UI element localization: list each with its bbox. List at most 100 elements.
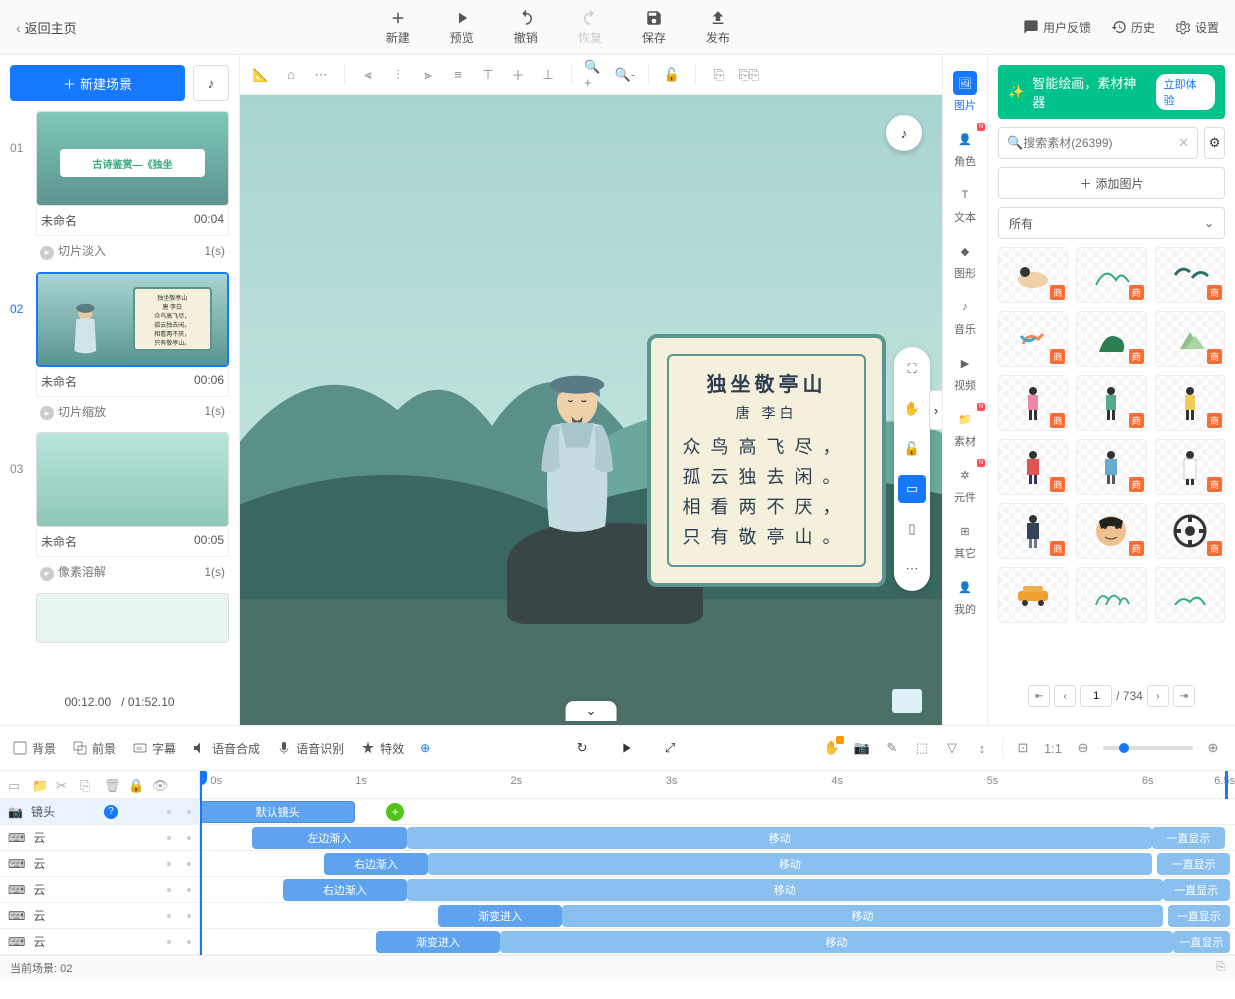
align-bottom-icon[interactable]: ⊥ <box>537 64 559 86</box>
category-select[interactable]: 所有⌄ <box>998 207 1225 239</box>
settings-button[interactable]: 设置 <box>1175 19 1219 36</box>
tab-component[interactable]: ✲元件N <box>943 457 987 511</box>
asset-item[interactable]: 商 <box>998 503 1068 559</box>
scene-item-3[interactable]: 03 未命名00:05 ▸像素溶解1(s) <box>10 432 229 587</box>
asset-item[interactable] <box>998 567 1068 623</box>
zoom-out-tl-icon[interactable]: ⊖ <box>1073 738 1093 758</box>
ai-banner[interactable]: ✨ 智能绘画，素材神器 立即体验 <box>998 65 1225 119</box>
preview-button[interactable]: 预览 <box>450 9 474 46</box>
copy-status-icon[interactable]: ⎘ <box>1216 961 1225 974</box>
asset-item[interactable]: 商 <box>1076 439 1146 495</box>
tab-material[interactable]: 📁素材N <box>943 401 987 455</box>
filter-button[interactable]: ⚙ <box>1204 127 1225 159</box>
tab-fx[interactable]: 特效 <box>360 740 404 757</box>
ai-try-button[interactable]: 立即体验 <box>1156 74 1215 110</box>
align-top-icon[interactable]: ⊤ <box>477 64 499 86</box>
zoom-slider[interactable] <box>1103 746 1193 750</box>
publish-button[interactable]: 发布 <box>706 9 730 46</box>
history-button[interactable]: 历史 <box>1111 19 1155 36</box>
lock-tl-icon[interactable]: 🔒 <box>128 778 142 792</box>
scene-item-1[interactable]: 01 古诗鉴赏—《独坐 未命名00:04 ▸切片淡入1(s) <box>10 111 229 266</box>
replay-button[interactable]: ↻ <box>567 733 597 763</box>
zoom-in-tl-icon[interactable]: ⊕ <box>1203 738 1223 758</box>
page-next[interactable]: › <box>1147 685 1169 707</box>
ruler-icon[interactable]: 📐 <box>250 64 272 86</box>
hand-tool-icon[interactable]: ✋ <box>822 738 842 758</box>
asset-item[interactable]: 商 <box>998 375 1068 431</box>
cut-icon[interactable]: ✂ <box>56 778 70 792</box>
collapse-handle[interactable]: ⌄ <box>566 701 617 721</box>
home-icon[interactable]: ⌂ <box>280 64 302 86</box>
marker-icon[interactable]: ⊡ <box>1013 738 1033 758</box>
asset-item[interactable]: 商 <box>998 311 1068 367</box>
more-vertical-icon[interactable]: ⋯ <box>898 555 926 583</box>
page-prev[interactable]: ‹ <box>1054 685 1076 707</box>
edit-icon[interactable]: ✎ <box>882 738 902 758</box>
asset-item[interactable]: 商 <box>1155 375 1225 431</box>
asset-item[interactable] <box>1076 567 1146 623</box>
align-center-v-icon[interactable]: ＋ <box>507 64 529 86</box>
filter-icon[interactable]: ▽ <box>942 738 962 758</box>
unlock-icon[interactable]: 🔓 <box>898 435 926 463</box>
align-left-icon[interactable]: ⫷ <box>357 64 379 86</box>
tab-shape[interactable]: ◆图形 <box>943 233 987 287</box>
back-button[interactable]: ‹返回主页 <box>0 18 93 37</box>
sort-icon[interactable]: ↕ <box>972 738 992 758</box>
track-cloud-2[interactable]: ⌨云 <box>0 851 199 877</box>
page-first[interactable]: ⇤ <box>1028 685 1050 707</box>
track-cloud-3[interactable]: ⌨云 <box>0 877 199 903</box>
search-input[interactable] <box>1023 136 1178 150</box>
layers-icon[interactable]: ▭ <box>8 778 22 792</box>
fullscreen-icon[interactable]: ⛶ <box>898 355 926 383</box>
track-cloud-5[interactable]: ⌨云 <box>0 929 199 955</box>
asset-item[interactable]: 商 <box>1155 311 1225 367</box>
more-icon[interactable]: ⋯ <box>310 64 332 86</box>
asset-item[interactable]: 商 <box>1076 311 1146 367</box>
paste-icon[interactable]: ⎘⎘ <box>738 64 760 86</box>
new-button[interactable]: 新建 <box>386 9 410 46</box>
zoom-in-icon[interactable]: 🔍+ <box>584 64 606 86</box>
asset-item[interactable]: 商 <box>1155 247 1225 303</box>
lock-icon[interactable]: 🔓 <box>661 64 683 86</box>
tab-video[interactable]: ▶视频 <box>943 345 987 399</box>
eye-icon[interactable]: 👁 <box>152 778 166 792</box>
add-clip-button[interactable]: + <box>386 803 404 821</box>
asset-item[interactable]: 商 <box>1076 503 1146 559</box>
help-icon[interactable]: ? <box>104 805 118 819</box>
tab-mine[interactable]: 👤我的 <box>943 569 987 623</box>
asset-item[interactable]: 商 <box>1155 439 1225 495</box>
copy-tl-icon[interactable]: ⎘ <box>80 778 94 792</box>
tab-subtitle[interactable]: cc字幕 <box>132 740 176 757</box>
asset-item[interactable] <box>1155 567 1225 623</box>
tab-foreground[interactable]: 前景 <box>72 740 116 757</box>
clear-icon[interactable]: ✕ <box>1178 135 1189 151</box>
canvas[interactable]: 独坐敬亭山 唐 李白 众鸟高飞尽， 孤云独去闲。 相看两不厌， 只有敬亭山。 ♪… <box>240 95 942 725</box>
hand-icon[interactable]: ✋ <box>898 395 926 423</box>
expand-right[interactable]: › <box>929 390 942 430</box>
track-cloud-1[interactable]: ⌨云 <box>0 825 199 851</box>
scene-item-2[interactable]: 02 独坐敬亭山 唐 李白 众鸟高飞尽， 孤云独去闲。 相看两不厌， 只有敬亭山… <box>10 272 229 427</box>
poem-box[interactable]: 独坐敬亭山 唐 李白 众鸟高飞尽， 孤云独去闲。 相看两不厌， 只有敬亭山。 <box>647 334 886 587</box>
track-cloud-4[interactable]: ⌨云 <box>0 903 199 929</box>
new-scene-button[interactable]: ＋ 新建场景 <box>10 65 185 101</box>
tab-music[interactable]: ♪音乐 <box>943 289 987 343</box>
delete-icon[interactable]: 🗑 <box>104 778 118 792</box>
tab-background[interactable]: 背景 <box>12 740 56 757</box>
page-last[interactable]: ⇥ <box>1173 685 1195 707</box>
asset-item[interactable]: 商 <box>998 247 1068 303</box>
distribute-h-icon[interactable]: ≡ <box>447 64 469 86</box>
tab-other[interactable]: ⊞其它 <box>943 513 987 567</box>
add-image-button[interactable]: ＋ 添加图片 <box>998 167 1225 199</box>
redo-button[interactable]: 恢复 <box>578 9 602 46</box>
audio-button[interactable]: ♪ <box>193 65 229 101</box>
ruler[interactable]: 0s 1s 2s 3s 4s 5s 6s 6.5s <box>200 771 1235 799</box>
tab-character[interactable]: 👤角色N <box>943 121 987 175</box>
align-center-h-icon[interactable]: ⫶ <box>387 64 409 86</box>
play-button[interactable] <box>611 733 641 763</box>
copy-icon[interactable]: ⎘ <box>708 64 730 86</box>
folder-icon[interactable]: 📁 <box>32 778 46 792</box>
tab-asr[interactable]: 语音识别 <box>276 740 344 757</box>
asset-item[interactable]: 商 <box>1076 375 1146 431</box>
layer-icon[interactable]: ⬚ <box>912 738 932 758</box>
device-icon[interactable]: ▭ <box>898 475 926 503</box>
